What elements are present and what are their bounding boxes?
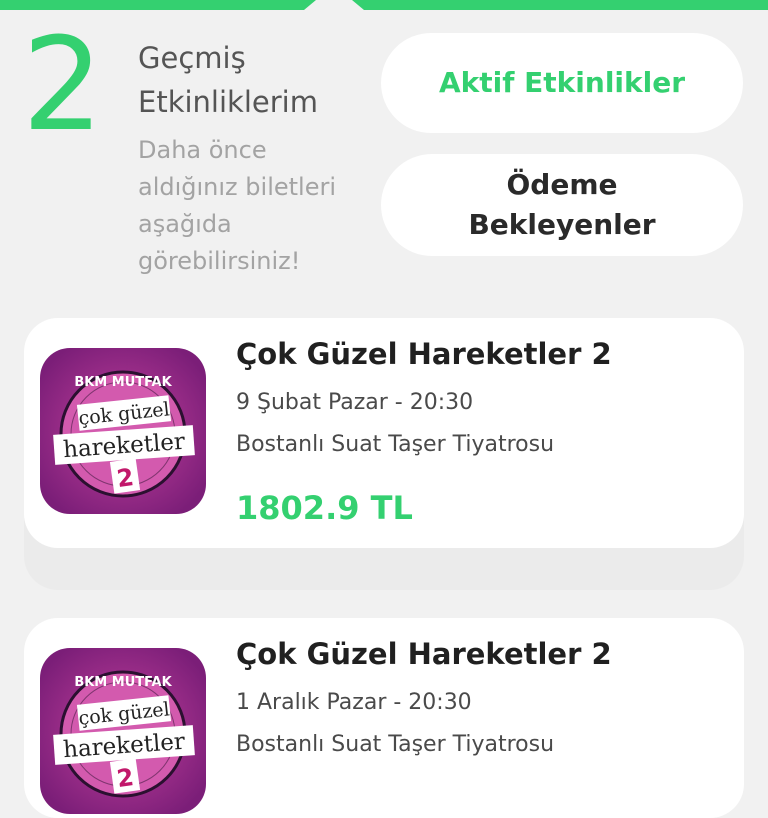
pending-payments-label: Ödeme Bekleyenler: [468, 168, 656, 241]
event-card[interactable]: BKM MUTFAK çok güzel hareketler 2 Çok Gü…: [24, 318, 744, 548]
event-date: 1 Aralık Pazar - 20:30: [236, 690, 472, 715]
poster-brand-text: BKM MUTFAK: [74, 675, 172, 690]
event-venue: Bostanlı Suat Taşer Tiyatrosu: [236, 432, 555, 457]
event-title: Çok Güzel Hareketler 2: [236, 337, 612, 371]
page-title: Geçmiş Etkinliklerim: [138, 36, 378, 124]
active-events-button[interactable]: Aktif Etkinlikler: [381, 33, 743, 133]
event-date: 9 Şubat Pazar - 20:30: [236, 390, 474, 415]
active-events-label: Aktif Etkinlikler: [438, 66, 686, 99]
page-description-line3: aşağıda: [138, 210, 232, 238]
event-card[interactable]: BKM MUTFAK çok güzel hareketler 2 Çok Gü…: [24, 618, 744, 818]
event-venue: Bostanlı Suat Taşer Tiyatrosu: [236, 732, 555, 757]
event-title: Çok Güzel Hareketler 2: [236, 637, 612, 671]
page-description: Daha önce aldığınız biletleri aşağıda gö…: [138, 132, 368, 280]
poster-brand-text: BKM MUTFAK: [74, 375, 172, 390]
event-poster: BKM MUTFAK çok güzel hareketler 2: [40, 648, 206, 814]
page-description-line4: görebilirsiniz!: [138, 247, 301, 275]
past-events-count: 2: [22, 11, 103, 160]
page-description-line2: aldığınız biletleri: [138, 173, 336, 201]
event-price: 1802.9 TL: [236, 489, 413, 527]
top-accent-bar: [0, 0, 768, 10]
page-description-line1: Daha önce: [138, 136, 267, 164]
pending-payments-button[interactable]: Ödeme Bekleyenler: [381, 154, 743, 256]
page-title-line2: Etkinliklerim: [138, 85, 318, 119]
page-title-line1: Geçmiş: [138, 41, 246, 75]
event-poster: BKM MUTFAK çok güzel hareketler 2: [40, 348, 206, 514]
